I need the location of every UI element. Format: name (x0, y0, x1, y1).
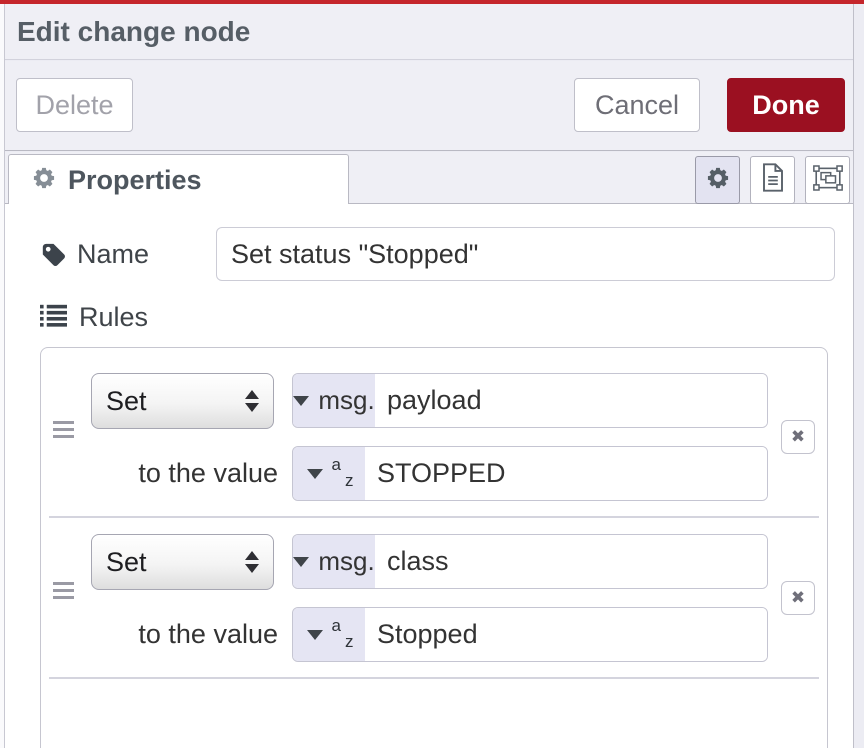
object-group-icon (813, 165, 843, 196)
rule-action-value: Set (106, 386, 245, 417)
edit-tray: Edit change node Delete Cancel Done Prop… (5, 4, 854, 748)
remove-rule-button[interactable]: ✖ (781, 581, 815, 615)
property-typed-input: msg. (292, 534, 768, 589)
msg-prefix-label: msg. (318, 385, 374, 416)
rule-row: Set msg. to the value a (41, 373, 827, 501)
value-typed-input: az (292, 607, 768, 662)
document-icon (761, 163, 785, 197)
rule-action-select[interactable]: Set (91, 534, 274, 590)
value-type-button[interactable]: az (293, 608, 365, 661)
rule-action-select[interactable]: Set (91, 373, 274, 429)
remove-rule-button[interactable]: ✖ (781, 420, 815, 454)
rules-section-label: Rules (79, 290, 148, 344)
rule-action-value: Set (106, 547, 245, 578)
dialog-title: Edit change node (17, 4, 250, 60)
tab-bar: Properties (5, 152, 853, 204)
drag-handle-icon[interactable] (53, 582, 74, 603)
name-input[interactable] (216, 227, 835, 281)
to-the-value-label: to the value (101, 446, 278, 500)
caret-down-icon (307, 469, 323, 479)
value-type-button[interactable]: az (293, 447, 365, 500)
property-type-button[interactable]: msg. (293, 374, 375, 427)
property-input[interactable] (375, 374, 767, 427)
tab-properties[interactable]: Properties (8, 154, 349, 205)
gear-icon (31, 165, 57, 196)
dialog-header: Edit change node (5, 4, 853, 60)
cancel-button[interactable]: Cancel (574, 78, 700, 132)
caret-down-icon (307, 630, 323, 640)
delete-button[interactable]: Delete (16, 78, 133, 132)
rules-list: Set msg. to the value a (40, 347, 828, 748)
dialog-toolbar: Delete Cancel Done (5, 61, 853, 151)
gear-icon (705, 165, 731, 196)
msg-prefix-label: msg. (318, 546, 374, 577)
rule-row: Set msg. to the value a (41, 534, 827, 662)
value-typed-input: az (292, 446, 768, 501)
name-field-label: Name (77, 227, 149, 281)
list-icon (40, 304, 67, 332)
caret-down-icon (293, 396, 309, 406)
node-appearance-button[interactable] (805, 156, 850, 204)
select-arrows-icon (245, 551, 259, 573)
string-type-icon: az (332, 457, 352, 491)
drag-handle-icon[interactable] (53, 421, 74, 442)
select-arrows-icon (245, 390, 259, 412)
property-type-button[interactable]: msg. (293, 535, 375, 588)
rule-divider (49, 677, 819, 679)
tab-properties-label: Properties (68, 165, 202, 196)
property-typed-input: msg. (292, 373, 768, 428)
edit-change-node-dialog: Edit change node Delete Cancel Done Prop… (0, 0, 864, 748)
edit-properties-button[interactable] (695, 156, 740, 204)
string-type-icon: az (332, 618, 352, 652)
rule-divider (49, 516, 819, 518)
close-icon: ✖ (791, 427, 805, 447)
properties-panel: Name Rules Set msg. (5, 204, 853, 748)
edit-description-button[interactable] (750, 156, 795, 204)
to-the-value-label: to the value (101, 607, 278, 661)
value-input[interactable] (365, 608, 767, 661)
close-icon: ✖ (791, 588, 805, 608)
value-input[interactable] (365, 447, 767, 500)
tag-icon (40, 241, 67, 273)
caret-down-icon (293, 557, 309, 567)
property-input[interactable] (375, 535, 767, 588)
done-button[interactable]: Done (727, 78, 845, 132)
